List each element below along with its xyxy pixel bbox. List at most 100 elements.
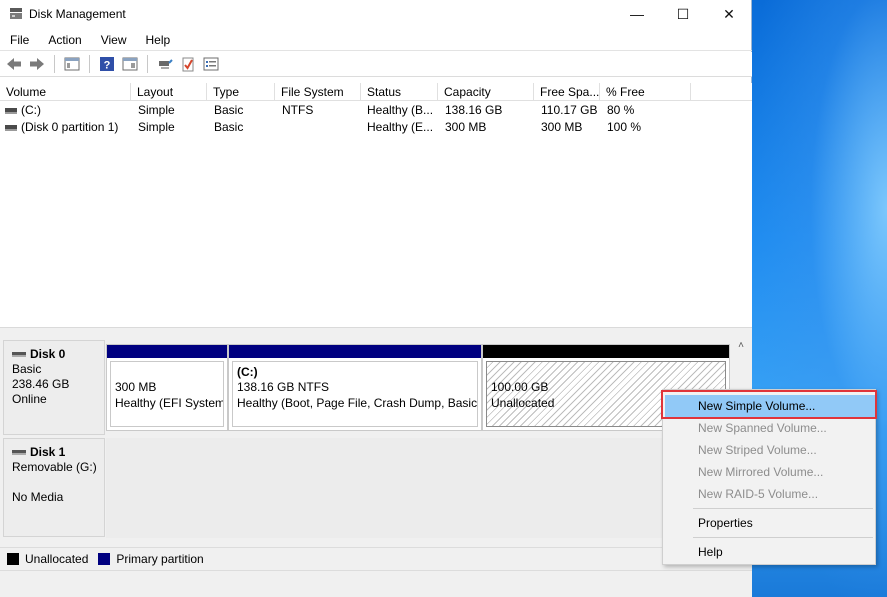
partition-efi[interactable]: 300 MB Healthy (EFI System [106, 344, 228, 431]
menu-item-properties[interactable]: Properties [665, 512, 875, 534]
toolbar-separator [89, 55, 90, 73]
partition-c[interactable]: (C:) 138.16 GB NTFS Healthy (Boot, Page … [228, 344, 482, 431]
menu-bar: File Action View Help [0, 29, 752, 51]
disk-1-area [106, 438, 752, 538]
cell-file-system: NTFS [282, 103, 314, 117]
cell-percent-free: 80 % [607, 103, 635, 117]
show-pane-icon[interactable] [120, 54, 140, 74]
table-row[interactable]: (C:) Simple Basic NTFS Healthy (B... 138… [0, 102, 752, 119]
menu-item-new-spanned-volume[interactable]: New Spanned Volume... [665, 417, 875, 439]
menu-separator [693, 537, 873, 538]
cell-layout: Simple [138, 120, 175, 134]
column-header-free-space[interactable]: Free Spa... [534, 83, 600, 101]
volume-list-header: Volume Layout Type File System Status Ca… [0, 83, 752, 101]
column-header-type[interactable]: Type [207, 83, 275, 101]
properties-icon[interactable] [201, 54, 221, 74]
disk-1-label[interactable]: Disk 1 Removable (G:) No Media [3, 438, 105, 537]
cell-status: Healthy (E... [367, 120, 434, 134]
volume-name: (Disk 0 partition 1) [21, 120, 119, 134]
partition-efi-body: 300 MB Healthy (EFI System [110, 361, 224, 427]
menu-file[interactable]: File [0, 29, 38, 51]
menu-item-new-mirrored-volume[interactable]: New Mirrored Volume... [665, 461, 875, 483]
menu-separator [693, 508, 873, 509]
partition-c-body: (C:) 138.16 GB NTFS Healthy (Boot, Page … [232, 361, 478, 427]
console-tree-icon[interactable] [62, 54, 82, 74]
disk-graphical-view: ˄ Disk 0 Basic 238.46 GB Online 300 MB H… [0, 335, 752, 597]
column-header-file-system[interactable]: File System [275, 83, 361, 101]
partition-title [115, 365, 223, 380]
toolbar: ? [0, 52, 752, 77]
column-header-volume[interactable]: Volume [0, 83, 131, 101]
forward-icon[interactable] [27, 54, 47, 74]
partition-status: Healthy (Boot, Page File, Crash Dump, Ba… [237, 395, 478, 410]
help-icon[interactable]: ? [97, 54, 117, 74]
cell-type: Basic [214, 103, 244, 117]
window-title: Disk Management [29, 7, 126, 21]
partition-status: Healthy (EFI System [115, 395, 224, 410]
cell-percent-free: 100 % [607, 120, 642, 134]
cell-volume: (C:) [0, 102, 131, 119]
disk-management-app-icon [9, 7, 23, 20]
back-icon[interactable] [4, 54, 24, 74]
disk-0-label[interactable]: Disk 0 Basic 238.46 GB Online [3, 340, 105, 435]
cell-status: Healthy (B... [367, 103, 434, 117]
pane-splitter[interactable] [0, 327, 752, 335]
column-header-layout[interactable]: Layout [131, 83, 207, 101]
partition-title [491, 365, 725, 380]
disk-0-icon [12, 352, 26, 358]
partition-size: 138.16 GB NTFS [237, 380, 330, 394]
cell-layout: Simple [138, 103, 175, 117]
volume-icon [5, 107, 17, 114]
menu-item-new-striped-volume[interactable]: New Striped Volume... [665, 439, 875, 461]
disk-1-state: No Media [12, 490, 64, 504]
menu-help[interactable]: Help [136, 29, 180, 51]
disk-0-size: 238.46 GB [12, 377, 70, 391]
toolbar-separator [54, 55, 55, 73]
disk-1-type: Removable (G:) [12, 460, 97, 474]
svg-text:?: ? [104, 60, 111, 72]
connect-icon[interactable] [155, 54, 175, 74]
volume-icon [5, 124, 17, 131]
status-bar [0, 570, 752, 597]
cell-capacity: 300 MB [445, 120, 487, 134]
maximize-button[interactable]: ☐ [660, 0, 706, 28]
scroll-up-arrow-icon[interactable]: ˄ [735, 341, 747, 351]
partition-size: 300 MB [115, 380, 157, 394]
column-header-status[interactable]: Status [361, 83, 438, 101]
cell-free-space: 110.17 GB [541, 103, 598, 117]
legend: Unallocated Primary partition [0, 547, 752, 569]
legend-primary-label: Primary partition [116, 551, 204, 566]
unallocated-bar [483, 345, 729, 358]
minimize-button[interactable]: — [614, 0, 660, 28]
table-row[interactable]: (Disk 0 partition 1) Simple Basic Health… [0, 119, 752, 136]
disk-1-name: Disk 1 [30, 445, 66, 459]
primary-partition-bar [229, 345, 481, 358]
highlight-annotation-frame [661, 390, 877, 419]
volume-name: (C:) [21, 103, 41, 117]
cell-type: Basic [214, 120, 244, 134]
cell-capacity: 138.16 GB [445, 103, 503, 117]
disk-0-state: Online [12, 392, 47, 406]
volume-list: Volume Layout Type File System Status Ca… [0, 83, 752, 327]
disk-0-name: Disk 0 [30, 347, 66, 361]
menu-action[interactable]: Action [38, 29, 90, 51]
disk-0-type: Basic [12, 362, 42, 376]
legend-unallocated-label: Unallocated [25, 551, 89, 566]
cell-free-space: 300 MB [541, 120, 583, 134]
legend-primary-swatch [98, 552, 111, 565]
menu-view[interactable]: View [91, 29, 136, 51]
disk-1-icon [12, 450, 26, 456]
toolbar-separator [147, 55, 148, 73]
close-button[interactable]: ✕ [706, 0, 752, 28]
column-header-capacity[interactable]: Capacity [438, 83, 534, 101]
cell-volume: (Disk 0 partition 1) [0, 119, 131, 136]
menu-item-new-raid5-volume[interactable]: New RAID-5 Volume... [665, 483, 875, 505]
legend-unallocated-swatch [7, 552, 19, 565]
check-icon[interactable] [178, 54, 198, 74]
primary-partition-bar [107, 345, 227, 358]
disk-management-window: Disk Management — ☐ ✕ File Action View H… [0, 0, 752, 597]
menu-item-help[interactable]: Help [665, 541, 875, 563]
title-bar[interactable]: Disk Management — ☐ ✕ [0, 0, 752, 28]
column-header-percent-free[interactable]: % Free [600, 83, 691, 101]
partition-title: (C:) [237, 365, 258, 379]
